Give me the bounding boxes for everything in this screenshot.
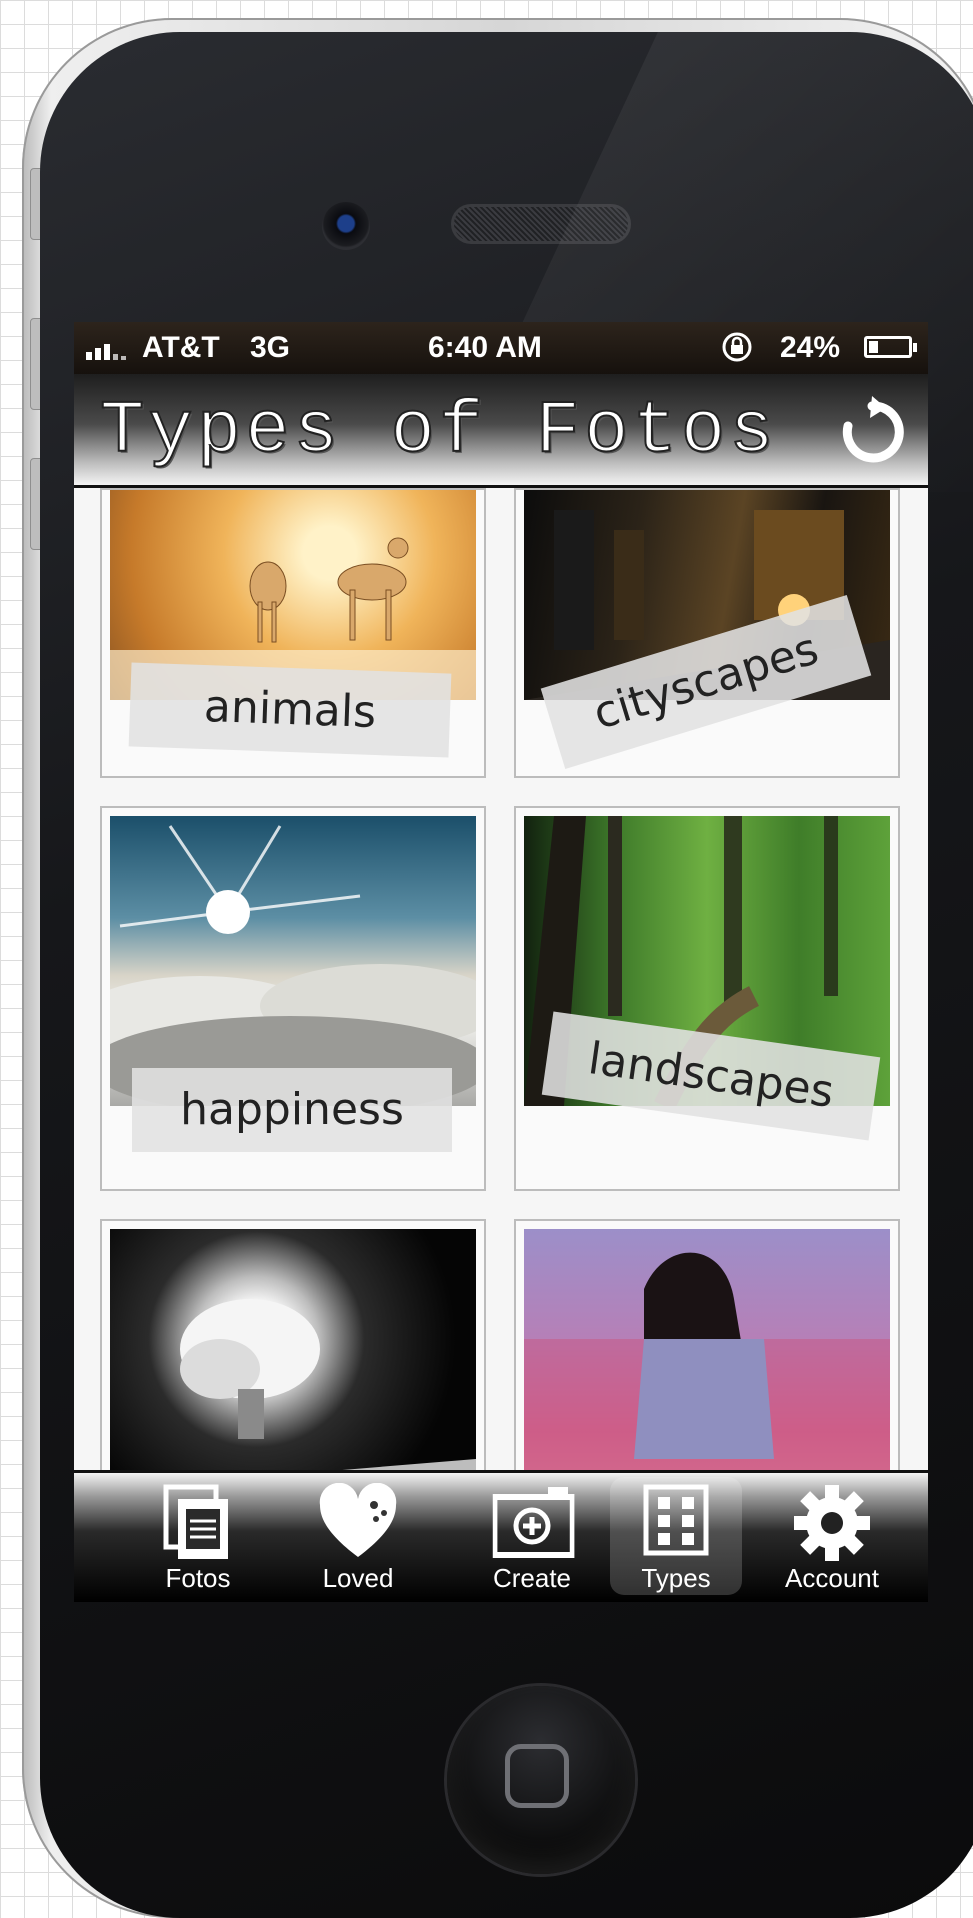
status-bar: AT&T 3G 6:40 AM 24% (74, 322, 928, 374)
tab-fotos[interactable]: Fotos (132, 1477, 264, 1595)
category-card-animals[interactable]: animals (100, 488, 486, 778)
carrier-name: AT&T (142, 331, 220, 364)
category-card-cityscapes[interactable]: cityscapes (514, 488, 900, 778)
heart-icon (319, 1483, 397, 1557)
app-screen: AT&T 3G 6:40 AM 24% Types of Fotos anima… (74, 322, 928, 1602)
earpiece-speaker (451, 204, 631, 244)
network-type: 3G (250, 331, 291, 364)
category-card-happiness[interactable]: happiness (100, 806, 486, 1191)
tab-label: Types (641, 1563, 711, 1593)
tab-account[interactable]: Account (766, 1477, 898, 1595)
status-time: 6:40 AM (428, 331, 542, 364)
category-label: landscapes (585, 1033, 837, 1118)
category-label-tape: happiness (132, 1068, 452, 1152)
navigation-bar: Types of Fotos (74, 374, 928, 488)
tab-create[interactable]: Create (466, 1477, 598, 1595)
tab-label: Create (492, 1563, 572, 1593)
tab-loved[interactable]: Loved (292, 1477, 424, 1595)
front-camera (322, 202, 370, 250)
sun-clouds-illustration (110, 825, 476, 1106)
signal-strength-icon (86, 334, 126, 360)
grid-icon (643, 1484, 709, 1556)
home-button[interactable] (447, 1686, 635, 1874)
category-label-tape: animals (128, 662, 452, 758)
gear-icon (794, 1485, 870, 1561)
battery-icon (864, 336, 917, 358)
category-photo (110, 816, 476, 1106)
battery-percentage: 24% (780, 331, 841, 364)
refresh-icon[interactable] (836, 396, 908, 468)
tab-label: Account (785, 1563, 879, 1593)
category-grid: animals cityscapes happiness landscapes (100, 488, 920, 1602)
tab-bar: Fotos Loved Create Types Account (74, 1470, 928, 1602)
photos-icon (163, 1484, 228, 1559)
rotation-lock-icon (722, 332, 752, 362)
camera-add-icon (492, 1487, 575, 1558)
page-title: Types of Fotos (99, 389, 778, 475)
category-card-landscapes[interactable]: landscapes (514, 806, 900, 1191)
tab-types[interactable]: Types (610, 1477, 742, 1595)
tab-label: Loved (322, 1563, 394, 1593)
category-label: animals (203, 681, 377, 738)
home-square-icon (505, 1744, 569, 1808)
category-label: happiness (180, 1084, 404, 1135)
tab-label: Fotos (165, 1563, 231, 1593)
